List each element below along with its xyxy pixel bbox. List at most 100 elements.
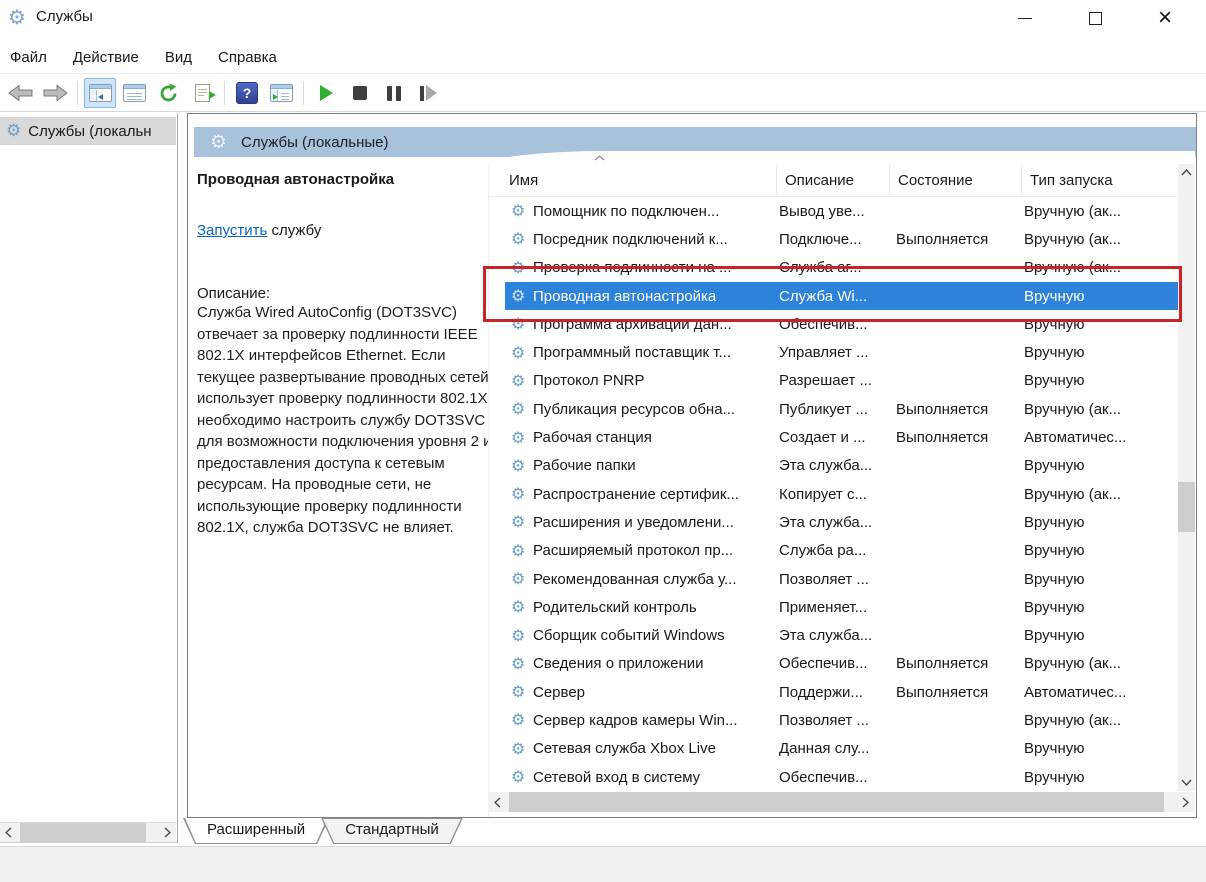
table-row[interactable]: ⚙ Сервер кадров камеры Win... Позволяет … bbox=[505, 706, 1180, 734]
service-name: Распространение сертифик... bbox=[533, 485, 739, 503]
menu-action[interactable]: Действие bbox=[73, 45, 151, 70]
column-header-startup-type[interactable]: Тип запуска bbox=[1022, 164, 1178, 196]
service-name: Программный поставщик т... bbox=[533, 344, 731, 362]
service-startup-type: Вручную bbox=[1024, 372, 1085, 390]
menu-view[interactable]: Вид bbox=[165, 45, 204, 70]
service-startup-type: Автоматичес... bbox=[1024, 429, 1127, 447]
maximize-button[interactable] bbox=[1072, 0, 1118, 36]
table-row[interactable]: ⚙ Публикация ресурсов обна... Публикует … bbox=[505, 395, 1180, 423]
tree-item-services-local[interactable]: ⚙ Службы (локальн bbox=[0, 117, 176, 145]
service-name: Сетевая служба Xbox Live bbox=[533, 740, 716, 758]
table-row[interactable]: ⚙ Родительский контроль Применяет... Вру… bbox=[505, 593, 1180, 621]
service-description-text: Служба Wired AutoConfig (DOT3SVC) отвеча… bbox=[197, 304, 492, 536]
service-gear-icon: ⚙ bbox=[511, 769, 526, 787]
minimize-icon bbox=[1018, 17, 1032, 19]
table-row[interactable]: ⚙ Посредник подключений к... Подключе...… bbox=[505, 225, 1180, 253]
service-detail-pane: Проводная автонастройка Запустить службу… bbox=[194, 157, 492, 817]
forward-arrow-icon bbox=[43, 84, 68, 102]
pause-icon bbox=[387, 85, 401, 101]
table-row[interactable]: ⚙ Помощник по подключен... Вывод уве... … bbox=[505, 197, 1180, 225]
service-rows: ⚙ Помощник по подключен... Вывод уве... … bbox=[505, 197, 1180, 792]
properties-button[interactable] bbox=[118, 78, 150, 108]
table-row[interactable]: ⚙ Рабочие папки Эта служба... Вручную bbox=[505, 452, 1180, 480]
service-name: Сетевой вход в систему bbox=[533, 768, 701, 786]
table-row[interactable]: ⚙ Сетевой вход в систему Обеспечив... Вр… bbox=[505, 763, 1180, 791]
export-list-icon bbox=[194, 84, 216, 102]
service-name: Помощник по подключен... bbox=[533, 202, 720, 220]
service-description: Служба аг... bbox=[779, 259, 862, 277]
service-description: Позволяет ... bbox=[779, 570, 869, 588]
scroll-left-icon[interactable] bbox=[489, 792, 506, 812]
service-status: Выполняется bbox=[896, 683, 989, 701]
forward-button[interactable] bbox=[39, 78, 71, 108]
service-name: Сервер bbox=[533, 683, 586, 701]
service-startup-type: Вручную bbox=[1024, 513, 1085, 531]
scrollbar-thumb[interactable] bbox=[20, 823, 146, 842]
service-description: Применяет... bbox=[779, 598, 868, 616]
service-gear-icon: ⚙ bbox=[511, 259, 526, 277]
table-row[interactable]: ⚙ Программный поставщик т... Управляет .… bbox=[505, 338, 1180, 366]
column-header-label: Описание bbox=[785, 171, 855, 189]
service-description: Служба Wi... bbox=[779, 287, 868, 305]
show-action-pane-button[interactable] bbox=[265, 78, 297, 108]
scrollbar-thumb[interactable] bbox=[509, 792, 1164, 812]
service-startup-type: Вручную bbox=[1024, 598, 1085, 616]
table-row[interactable]: ⚙ Распространение сертифик... Копирует с… bbox=[505, 480, 1180, 508]
column-header-name[interactable]: Имя bbox=[489, 155, 777, 196]
list-vertical-scrollbar[interactable] bbox=[1178, 164, 1195, 791]
service-startup-type: Вручную (ак... bbox=[1024, 655, 1122, 673]
service-gear-icon: ⚙ bbox=[511, 372, 526, 390]
service-gear-icon: ⚙ bbox=[511, 429, 526, 447]
show-console-tree-button[interactable] bbox=[84, 78, 116, 108]
column-header-label: Имя bbox=[509, 171, 539, 189]
console-tree-panel: ⚙ Службы (локальн bbox=[0, 113, 178, 843]
service-name: Публикация ресурсов обна... bbox=[533, 400, 736, 418]
tree-horizontal-scrollbar[interactable] bbox=[0, 822, 176, 842]
table-row[interactable]: ⚙ Программа архивации дан... Обеспечив..… bbox=[505, 310, 1180, 338]
pause-service-button[interactable] bbox=[378, 78, 410, 108]
scroll-right-icon[interactable] bbox=[1177, 792, 1194, 812]
table-row[interactable]: ⚙ Расширяемый протокол пр... Служба ра..… bbox=[505, 537, 1180, 565]
start-service-button[interactable] bbox=[310, 78, 342, 108]
table-row[interactable]: ⚙ Рабочая станция Создает и ... Выполняе… bbox=[505, 423, 1180, 451]
restart-service-button[interactable] bbox=[412, 78, 444, 108]
service-description: Обеспечив... bbox=[779, 315, 868, 333]
minimize-button[interactable] bbox=[1002, 0, 1048, 36]
action-pane-icon bbox=[269, 84, 293, 102]
service-description: Данная слу... bbox=[779, 740, 870, 758]
menu-help[interactable]: Справка bbox=[218, 45, 289, 70]
back-button[interactable] bbox=[5, 78, 37, 108]
help-button[interactable]: ? bbox=[231, 78, 263, 108]
column-header-status[interactable]: Состояние bbox=[890, 164, 1022, 196]
list-horizontal-scrollbar[interactable] bbox=[489, 792, 1195, 812]
table-row[interactable]: ⚙ Сборщик событий Windows Эта служба... … bbox=[505, 621, 1180, 649]
table-row[interactable]: ⚙ Протокол PNRP Разрешает ... Вручную bbox=[505, 367, 1180, 395]
export-list-button[interactable] bbox=[186, 78, 218, 108]
table-row[interactable]: ⚙ Рекомендованная служба у... Позволяет … bbox=[505, 565, 1180, 593]
scroll-right-icon[interactable] bbox=[159, 823, 176, 842]
service-gear-icon: ⚙ bbox=[511, 514, 526, 532]
scroll-left-icon[interactable] bbox=[0, 823, 17, 842]
scroll-down-icon[interactable] bbox=[1178, 774, 1195, 791]
column-header-description[interactable]: Описание bbox=[777, 164, 890, 196]
service-startup-type: Вручную (ак... bbox=[1024, 259, 1122, 277]
sort-ascending-icon bbox=[594, 155, 605, 161]
start-service-link[interactable]: Запустить bbox=[197, 222, 267, 239]
table-row[interactable]: ⚙ Сведения о приложении Обеспечив... Вып… bbox=[505, 650, 1180, 678]
tab-standard[interactable]: Стандартный bbox=[321, 818, 463, 844]
tab-extended[interactable]: Расширенный bbox=[183, 818, 329, 844]
service-startup-type: Вручную bbox=[1024, 570, 1085, 588]
table-row[interactable]: ⚙ Проводная автонастройка Служба Wi... В… bbox=[505, 281, 1180, 311]
stop-service-button[interactable] bbox=[344, 78, 376, 108]
table-row[interactable]: ⚙ Расширения и уведомлени... Эта служба.… bbox=[505, 508, 1180, 536]
scroll-up-icon[interactable] bbox=[1178, 164, 1195, 181]
service-name: Проверка подлинности на ... bbox=[533, 259, 732, 277]
scrollbar-thumb[interactable] bbox=[1178, 482, 1195, 532]
menu-file[interactable]: Файл bbox=[10, 45, 59, 70]
table-row[interactable]: ⚙ Сервер Поддержи... Выполняется Автомат… bbox=[505, 678, 1180, 706]
close-button[interactable]: × bbox=[1142, 0, 1188, 36]
table-row[interactable]: ⚙ Проверка подлинности на ... Служба аг.… bbox=[505, 254, 1180, 282]
table-row[interactable]: ⚙ Сетевая служба Xbox Live Данная слу...… bbox=[505, 735, 1180, 763]
toolbar-separator bbox=[303, 81, 304, 105]
refresh-button[interactable] bbox=[152, 78, 184, 108]
